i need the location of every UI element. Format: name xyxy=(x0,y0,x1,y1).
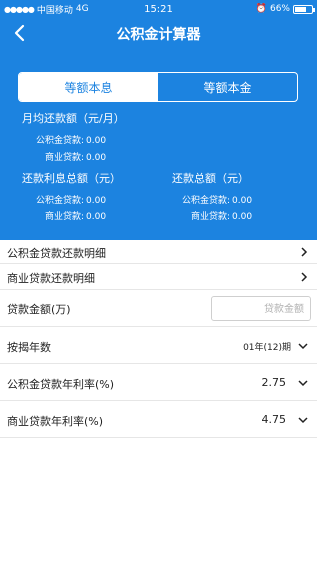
repay-sy-value: 0.00 xyxy=(232,212,253,222)
nav-bar: 公积金计算器 xyxy=(0,18,317,48)
tab-equal-principal[interactable]: 等额本金 xyxy=(158,73,297,101)
sy-detail-label: 商业贷款还款明细 xyxy=(7,272,95,285)
interest-sy-label: 商业贷款: xyxy=(44,212,84,222)
alarm-icon: ⏰ xyxy=(255,4,267,14)
monthly-sy-label: 商业贷款: xyxy=(44,153,84,163)
gjj-detail-row[interactable]: 公积金贷款还款明细 xyxy=(0,240,317,264)
repayment-method-tabs: 等额本息 等额本金 xyxy=(18,72,298,102)
tab-equal-installment[interactable]: 等额本息 xyxy=(19,73,158,101)
monthly-gjj-row: 公积金贷款: 0.00 xyxy=(22,133,106,146)
monthly-sy-value: 0.00 xyxy=(86,153,107,163)
chevron-down-icon xyxy=(298,380,308,387)
gjj-detail-label: 公积金贷款还款明细 xyxy=(7,247,106,260)
repay-gjj-row: 公积金贷款: 0.00 xyxy=(168,193,252,206)
status-bar: ●●●●● 中国移动 4G 15:21 ⏰ 66% xyxy=(0,0,317,18)
loan-amount-field xyxy=(211,296,311,321)
mortgage-years-value: 01年(12)期 xyxy=(243,343,291,353)
gjj-rate-row[interactable]: 公积金贷款年利率(%) 2.75 xyxy=(0,364,317,401)
gjj-rate-value: 2.75 xyxy=(261,376,287,389)
monthly-sy-row: 商业贷款: 0.00 xyxy=(22,150,106,163)
loan-amount-input[interactable] xyxy=(212,298,310,321)
interest-sy-row: 商业贷款: 0.00 xyxy=(22,209,106,222)
sy-rate-label: 商业贷款年利率(%) xyxy=(7,415,104,428)
chevron-down-icon xyxy=(298,343,308,350)
gjj-rate-label: 公积金贷款年利率(%) xyxy=(7,378,115,391)
interest-gjj-value: 0.00 xyxy=(86,196,107,206)
sy-detail-row[interactable]: 商业贷款还款明细 xyxy=(0,264,317,290)
page-title: 公积金计算器 xyxy=(116,27,201,43)
mortgage-years-label: 按揭年数 xyxy=(7,341,51,354)
repay-sy-label: 商业贷款: xyxy=(190,212,230,222)
interest-total-title: 还款利息总额（元） xyxy=(22,172,121,185)
repay-gjj-value: 0.00 xyxy=(232,196,253,206)
mortgage-years-row[interactable]: 按揭年数 01年(12)期 xyxy=(0,327,317,364)
battery-percent: 66% xyxy=(269,4,290,14)
repay-sy-row: 商业贷款: 0.00 xyxy=(168,209,252,222)
interest-gjj-row: 公积金贷款: 0.00 xyxy=(22,193,106,206)
chevron-down-icon xyxy=(298,417,308,424)
repay-gjj-label: 公积金贷款: xyxy=(181,196,230,206)
loan-amount-label: 贷款金额(万) xyxy=(7,303,71,316)
monthly-gjj-value: 0.00 xyxy=(86,136,107,146)
interest-gjj-label: 公积金贷款: xyxy=(35,196,84,206)
sy-rate-row[interactable]: 商业贷款年利率(%) 4.75 xyxy=(0,401,317,438)
chevron-right-icon xyxy=(301,247,308,257)
interest-sy-value: 0.00 xyxy=(86,212,107,222)
chevron-right-icon xyxy=(301,272,308,282)
monthly-gjj-label: 公积金贷款: xyxy=(35,136,84,146)
monthly-payment-title: 月均还款额（元/月） xyxy=(22,112,125,125)
battery-icon xyxy=(293,4,315,14)
repay-total-title: 还款总额（元） xyxy=(172,172,249,185)
sy-rate-value: 4.75 xyxy=(261,413,287,426)
